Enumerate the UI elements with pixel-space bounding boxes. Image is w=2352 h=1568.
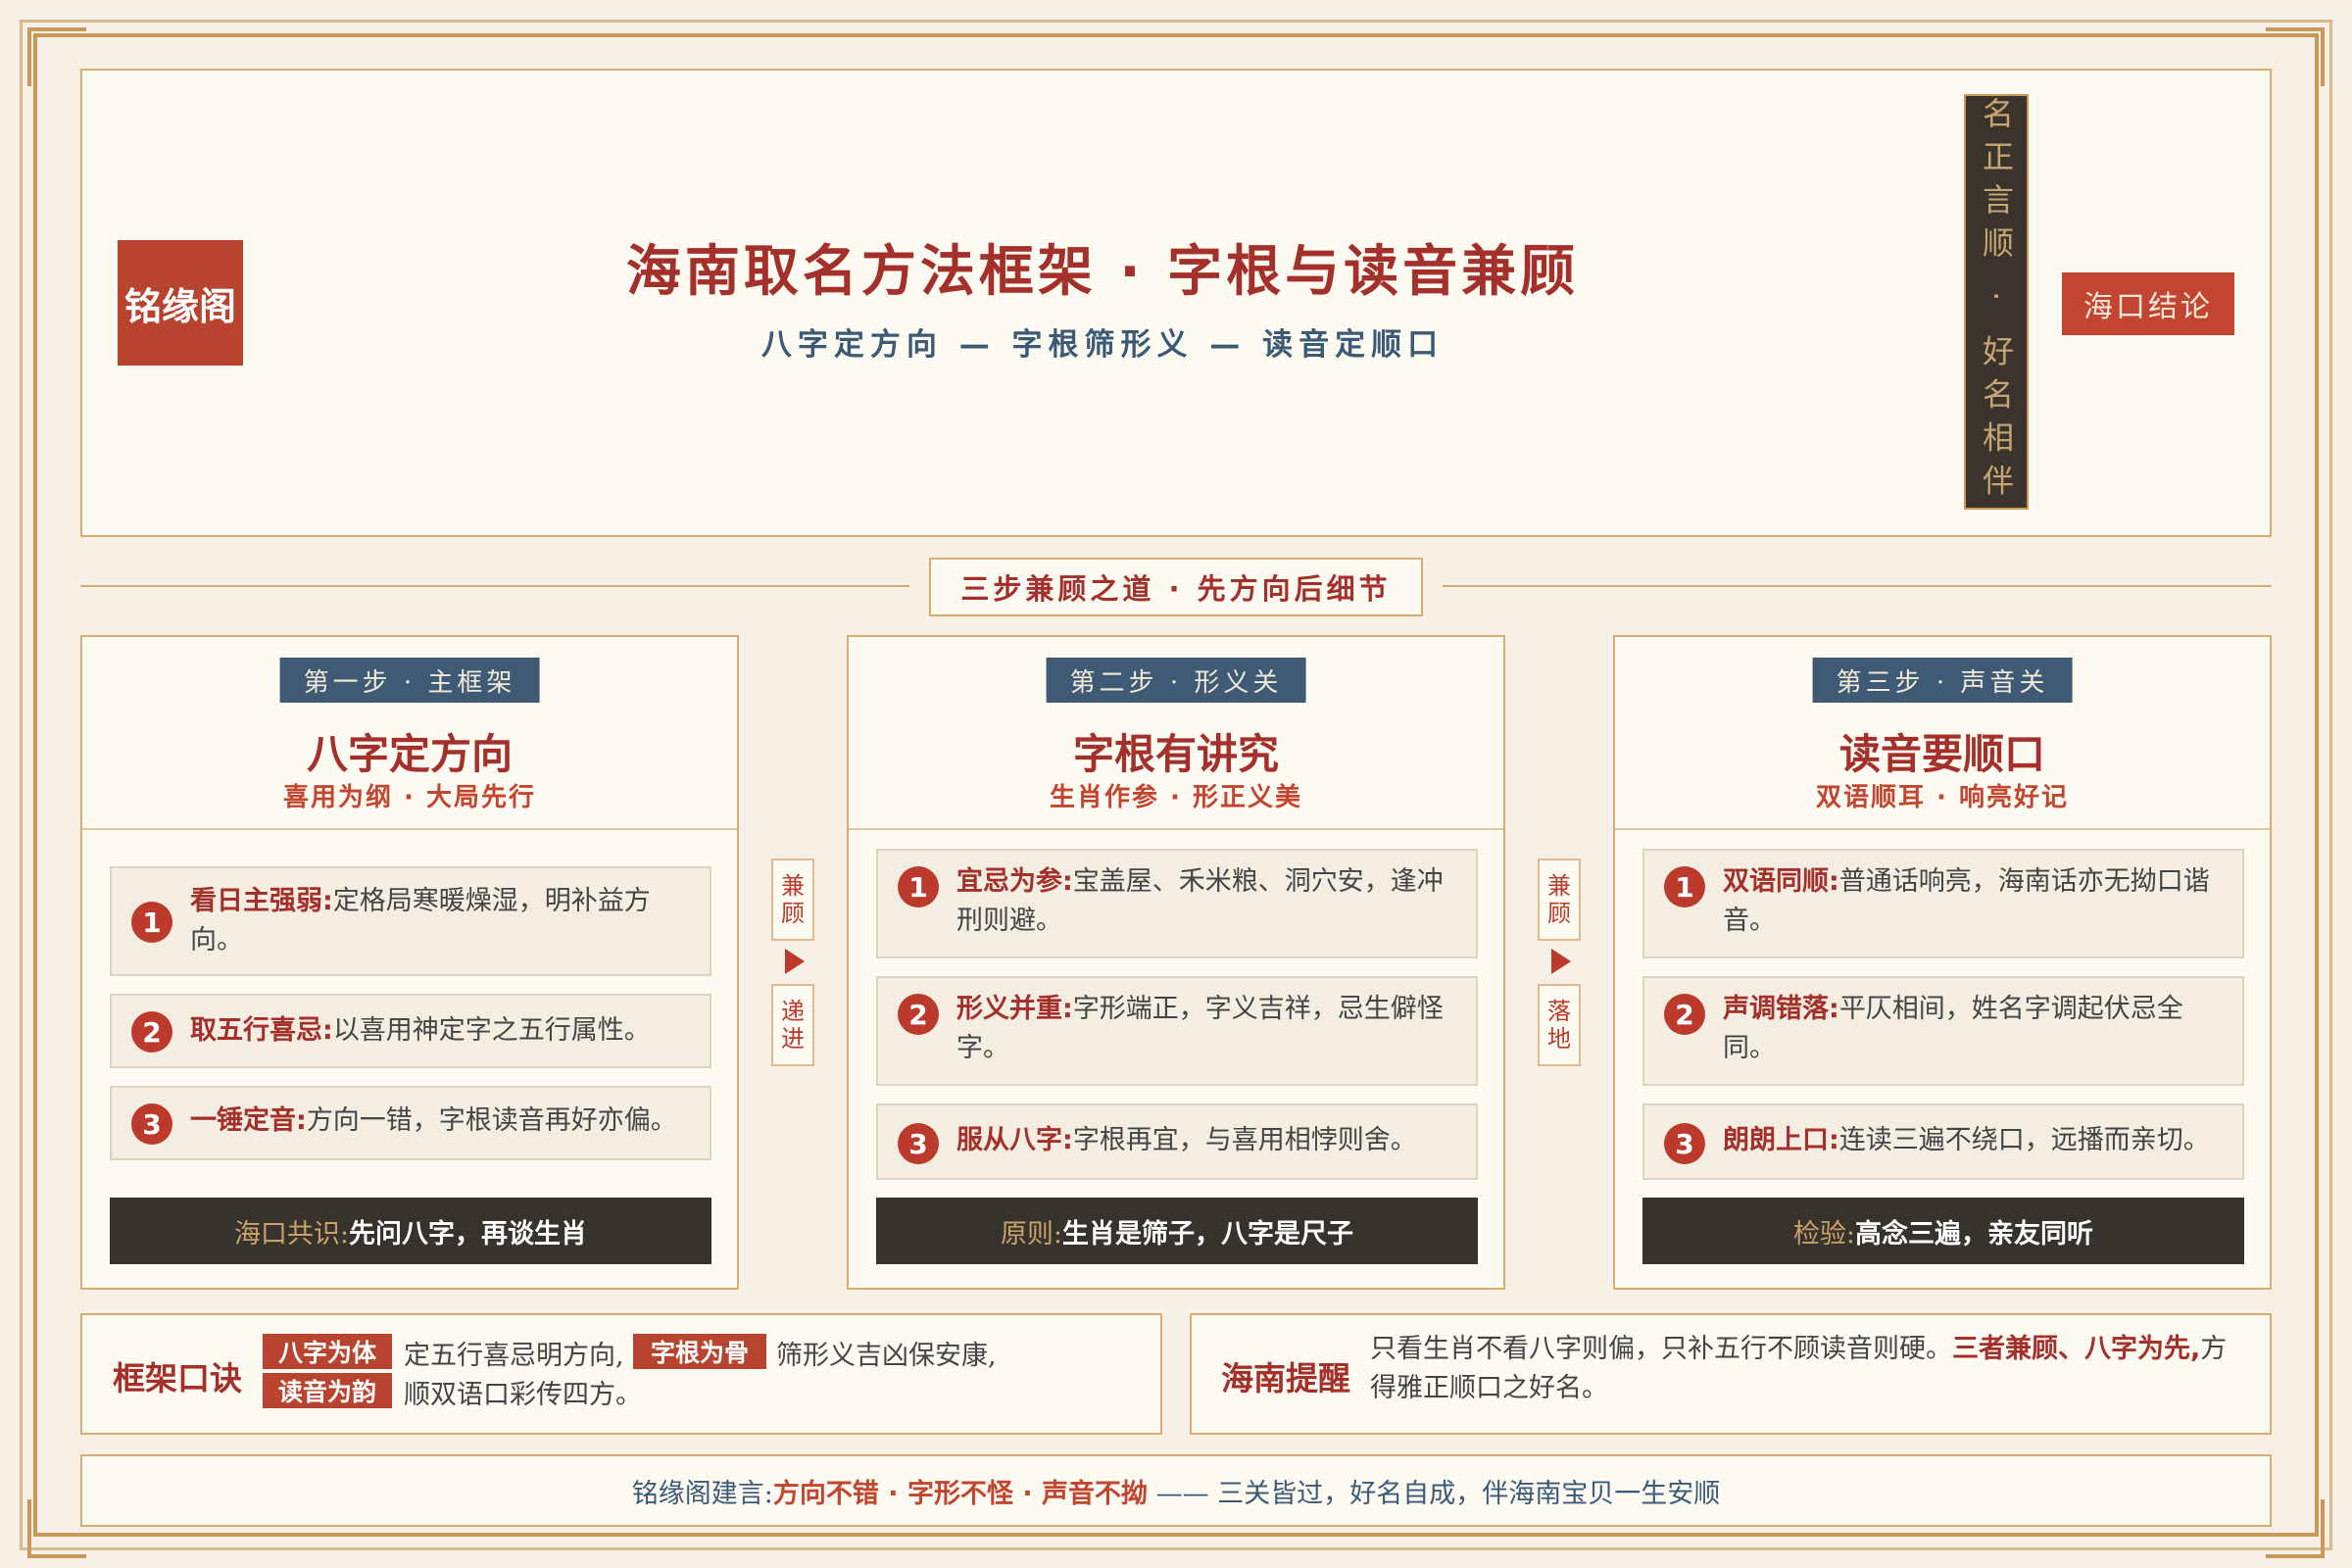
step-footer: 检验: 高念三遍，亲友同听	[1642, 1198, 2244, 1264]
step-footer: 原则: 生肖是筛子，八字是尺子	[876, 1198, 1478, 1264]
step-footer: 海口共识: 先问八字，再谈生肖	[110, 1198, 711, 1264]
number-badge: 1	[131, 902, 172, 943]
corner-ornament	[2266, 1499, 2325, 1558]
number-badge: 1	[898, 866, 939, 907]
arrow-right-icon	[1551, 949, 1571, 974]
step-item: 1 看日主强弱:定格局寒暖燥湿，明补益方向。	[110, 866, 711, 976]
number-badge: 3	[1664, 1123, 1705, 1164]
step-item-text: 形义并重:字形端正，字义吉祥，忌生僻怪字。	[956, 994, 1444, 1063]
number-badge: 2	[131, 1011, 172, 1053]
number-badge: 3	[131, 1103, 172, 1145]
connector-label-top: 兼顾	[1538, 858, 1581, 941]
step-tag: 第三步 · 声音关	[1812, 658, 2073, 703]
connector-label-top: 兼顾	[771, 858, 814, 941]
step-item: 3 朗朗上口:连读三遍不绕口，远播而亲切。	[1642, 1103, 2244, 1180]
step-item-text: 双语同顺:普通话响亮，海南话亦无拗口谐音。	[1723, 866, 2210, 936]
connector-label-bottom: 递进	[771, 984, 814, 1066]
arrow-right-icon	[785, 949, 805, 974]
page-title: 海南取名方法框架 · 字根与读音兼顾	[625, 240, 1580, 304]
formula-text: 顺双语口彩传四方。	[404, 1380, 642, 1410]
step-item: 3 一锤定音:方向一错，字根读音再好亦偏。	[110, 1086, 711, 1160]
formula-text: 定五行喜忌明方向,	[404, 1341, 624, 1371]
step-item: 1 宜忌为参:宝盖屋、禾米粮、洞穴安，逢冲刑则避。	[876, 849, 1478, 958]
step-card-1: 第一步 · 主框架 八字定方向 喜用为纲 · 大局先行 1 看日主强弱:定格局寒…	[80, 635, 739, 1290]
step-card-2: 第二步 · 形义关 字根有讲究 生肖作参 · 形正义美 1 宜忌为参:宝盖屋、禾…	[847, 635, 1505, 1290]
number-badge: 2	[1664, 994, 1705, 1035]
step-item: 2 取五行喜忌:以喜用神定字之五行属性。	[110, 994, 711, 1068]
formula-chip: 字根为骨	[633, 1334, 766, 1369]
connector-label-bottom: 落地	[1538, 984, 1581, 1066]
step-item-text: 宜忌为参:宝盖屋、禾米粮、洞穴安，逢冲刑则避。	[956, 866, 1444, 936]
step-item-text: 看日主强弱:定格局寒暖燥湿，明补益方向。	[190, 886, 651, 956]
step-item: 2 形义并重:字形端正，字义吉祥，忌生僻怪字。	[876, 976, 1478, 1086]
corner-ornament	[2266, 27, 2325, 86]
number-badge: 1	[1664, 866, 1705, 907]
step-item: 3 服从八字:字根再宜，与喜用相悖则舍。	[876, 1103, 1478, 1180]
step-title: 读音要顺口	[1838, 730, 2045, 778]
step-subtitle: 双语顺耳 · 响亮好记	[1816, 783, 2069, 812]
card-separator	[82, 828, 737, 830]
step-title: 八字定方向	[306, 730, 513, 778]
divider-line-left	[80, 585, 909, 587]
step-tag: 第一步 · 主框架	[279, 658, 540, 703]
conclusion-badge: 海口结论	[2062, 272, 2234, 335]
corner-ornament	[27, 27, 86, 86]
motto-bar: 铭缘阁建言: 方向不错 · 字形不怪 · 声音不拗 —— 三关皆过，好名自成，伴海…	[80, 1454, 2272, 1527]
section-divider-label: 三步兼顾之道 · 先方向后细节	[929, 558, 1423, 616]
hainan-tip-text: 只看生肖不看八字则偏，只补五行不顾读音则硬。三者兼顾、八字为先,方得雅正顺口之好…	[1370, 1334, 2228, 1403]
card-separator	[849, 828, 1503, 830]
step-tag: 第二步 · 形义关	[1046, 658, 1306, 703]
step-item: 1 双语同顺:普通话响亮，海南话亦无拗口谐音。	[1642, 849, 2244, 958]
formula-text: 筛形义吉凶保安康,	[776, 1341, 997, 1371]
number-badge: 2	[898, 994, 939, 1035]
step-item-text: 声调错落:平仄相间，姓名字调起伏忌全同。	[1723, 994, 2183, 1063]
step-item-text: 朗朗上口:连读三遍不绕口，远播而亲切。	[1723, 1125, 2210, 1155]
formula-chip: 八字为体	[263, 1334, 392, 1369]
step-item-text: 取五行喜忌:以喜用神定字之五行属性。	[190, 1015, 651, 1046]
formula-chip: 读音为韵	[263, 1373, 392, 1408]
step-card-3: 第三步 · 声音关 读音要顺口 双语顺耳 · 响亮好记 1 双语同顺:普通话响亮…	[1613, 635, 2272, 1290]
brand-logo: 铭缘阁	[118, 240, 243, 366]
step-item-text: 一锤定音:方向一错，字根读音再好亦偏。	[190, 1105, 677, 1136]
step-title: 字根有讲究	[1072, 730, 1279, 778]
step-subtitle: 生肖作参 · 形正义美	[1050, 783, 1302, 812]
vertical-motto-band: 名正言顺 · 好名相伴	[1964, 94, 2029, 510]
corner-ornament	[27, 1499, 86, 1558]
hainan-tip-title: 海南提醒	[1221, 1359, 1350, 1397]
step-item-text: 服从八字:字根再宜，与喜用相悖则舍。	[956, 1125, 1417, 1155]
formula-title: 框架口诀	[113, 1359, 242, 1397]
divider-line-right	[1443, 585, 2272, 587]
page-subtitle: 八字定方向 — 字根筛形义 — 读音定顺口	[760, 327, 1445, 363]
number-badge: 3	[898, 1123, 939, 1164]
step-item: 2 声调错落:平仄相间，姓名字调起伏忌全同。	[1642, 976, 2244, 1086]
step-subtitle: 喜用为纲 · 大局先行	[283, 783, 536, 812]
card-separator	[1615, 828, 2270, 830]
